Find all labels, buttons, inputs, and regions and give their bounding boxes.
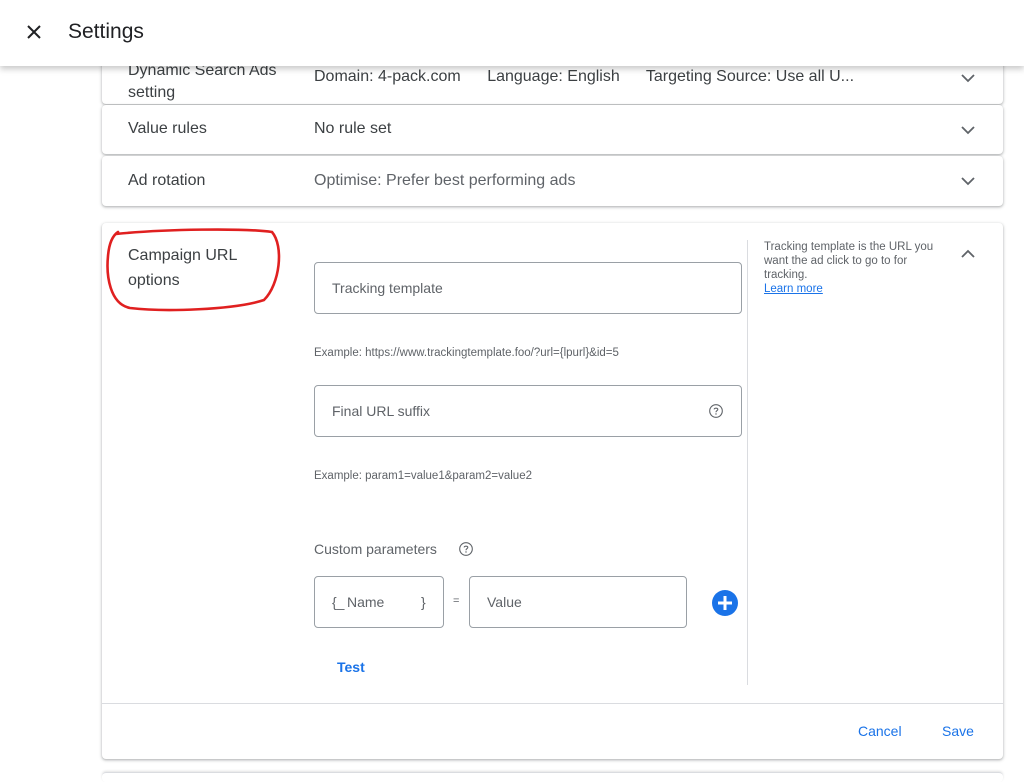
custom-parameter-name-input[interactable]: {_ Name } bbox=[314, 576, 444, 628]
ad-rotation-label: Ad rotation bbox=[128, 172, 206, 189]
value-rules-summary: No rule set bbox=[314, 120, 392, 137]
targeting-source-summary: Targeting Source: Use all U... bbox=[646, 68, 854, 85]
campaign-url-label-line1: Campaign URL bbox=[128, 247, 238, 264]
side-help: Tracking template is the URL you want th… bbox=[764, 240, 934, 296]
side-help-text: Tracking template is the URL you want th… bbox=[764, 241, 934, 281]
chevron-down-icon[interactable] bbox=[959, 172, 977, 190]
dsa-setting-label: Dynamic Search Ads setting bbox=[128, 60, 277, 104]
name-suffix: } bbox=[421, 594, 426, 610]
domain-summary: Domain: 4-pack.com bbox=[314, 68, 461, 85]
help-circle-icon[interactable] bbox=[458, 541, 474, 557]
targeting-source-value: Use all U... bbox=[775, 68, 855, 85]
value-rules-row[interactable]: Value rules No rule set bbox=[102, 105, 1003, 154]
chevron-down-icon[interactable] bbox=[959, 69, 977, 87]
domain-key: Domain: bbox=[314, 68, 379, 85]
page-title: Settings bbox=[68, 20, 144, 43]
campaign-url-options-label: Campaign URL options bbox=[128, 243, 237, 293]
cancel-button[interactable]: Cancel bbox=[858, 723, 902, 739]
chevron-up-icon[interactable] bbox=[959, 245, 977, 263]
dsa-label-line2: setting bbox=[128, 84, 176, 101]
name-prefix: {_ bbox=[332, 594, 345, 610]
final-url-suffix-placeholder: Final URL suffix bbox=[332, 403, 431, 419]
ad-rotation-row[interactable]: Ad rotation Optimise: Prefer best perfor… bbox=[102, 156, 1003, 206]
tracking-template-placeholder: Tracking template bbox=[332, 280, 443, 296]
campaign-url-label-line2: options bbox=[128, 272, 180, 289]
custom-parameters-label: Custom parameters bbox=[314, 541, 437, 557]
add-circle-icon[interactable] bbox=[712, 590, 738, 616]
save-button[interactable]: Save bbox=[942, 723, 974, 739]
equals-sign: = bbox=[453, 595, 460, 607]
language-key: Language: bbox=[487, 68, 568, 85]
value-rules-label: Value rules bbox=[128, 120, 207, 137]
next-section-card bbox=[102, 772, 1003, 782]
custom-parameter-value-input[interactable]: Value bbox=[469, 576, 687, 628]
close-icon[interactable] bbox=[22, 20, 46, 44]
value-placeholder: Value bbox=[487, 594, 522, 610]
horizontal-divider bbox=[102, 703, 1003, 704]
language-summary: Language: English bbox=[487, 68, 620, 85]
domain-value: 4-pack.com bbox=[378, 68, 461, 85]
settings-header: Settings bbox=[0, 0, 1024, 66]
final-url-suffix-example: Example: param1=value1&param2=value2 bbox=[314, 470, 532, 482]
learn-more-link[interactable]: Learn more bbox=[764, 282, 934, 296]
dsa-setting-summary: Domain: 4-pack.com Language: English Tar… bbox=[314, 68, 876, 86]
test-button[interactable]: Test bbox=[337, 659, 365, 675]
name-placeholder: Name bbox=[347, 594, 385, 610]
help-circle-icon[interactable] bbox=[708, 403, 724, 419]
ad-rotation-summary: Optimise: Prefer best performing ads bbox=[314, 172, 576, 189]
targeting-source-key: Targeting Source: bbox=[645, 68, 776, 85]
tracking-template-input[interactable]: Tracking template bbox=[314, 262, 742, 314]
campaign-url-options-panel: Campaign URL options Tracking template E… bbox=[102, 223, 1003, 759]
tracking-template-example: Example: https://www.trackingtemplate.fo… bbox=[314, 347, 619, 359]
final-url-suffix-input[interactable]: Final URL suffix bbox=[314, 385, 742, 437]
chevron-down-icon[interactable] bbox=[959, 121, 977, 139]
vertical-divider bbox=[747, 240, 748, 685]
language-value: English bbox=[567, 68, 620, 85]
